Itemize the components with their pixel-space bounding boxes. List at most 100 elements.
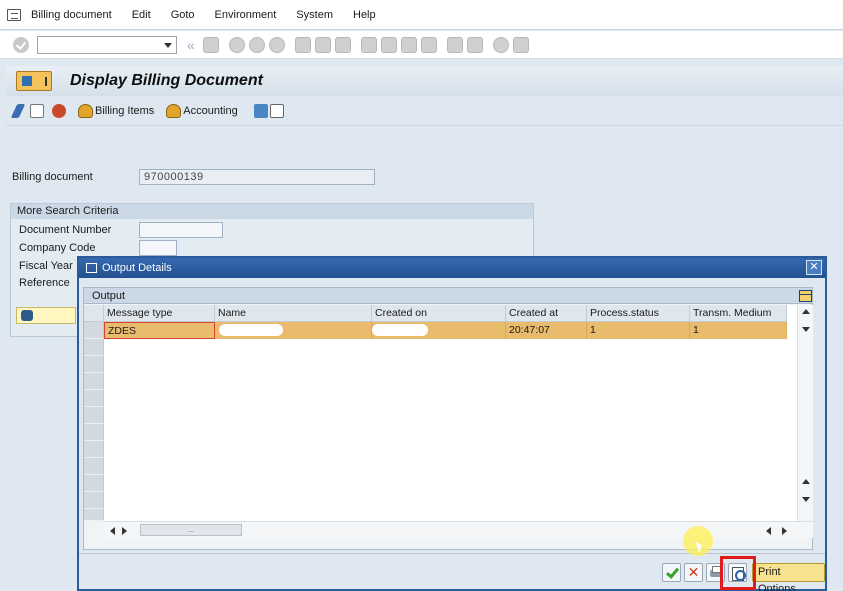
title-bar: Display Billing Document: [6, 66, 843, 96]
row-selector[interactable]: [84, 492, 104, 509]
cell-created-at[interactable]: 20:47:07: [506, 322, 587, 339]
vertical-scrollbar[interactable]: [797, 305, 813, 521]
scroll-far-right-icon[interactable]: [782, 527, 787, 535]
application-toolbar: Billing Items Accounting: [6, 96, 843, 126]
column-header-name[interactable]: Name: [215, 305, 372, 322]
output-group: Output Message type Name Created on Crea…: [83, 287, 813, 550]
scroll-up-icon[interactable]: [802, 309, 810, 314]
scroll-thumb[interactable]: ...: [140, 524, 242, 536]
help-icon[interactable]: [492, 36, 509, 53]
new-session-icon[interactable]: [446, 36, 463, 53]
column-header-created-at[interactable]: Created at: [506, 305, 587, 322]
print-options-button[interactable]: Print Options: [752, 563, 825, 591]
row-selector[interactable]: [84, 458, 104, 475]
row-selector[interactable]: [84, 509, 104, 521]
column-header-process-status[interactable]: Process.status: [587, 305, 690, 322]
chevron-down-icon[interactable]: [164, 42, 172, 48]
confirm-button[interactable]: [662, 563, 681, 582]
first-page-icon[interactable]: [360, 36, 377, 53]
scroll-page-up-icon[interactable]: [802, 479, 810, 484]
create-shortcut-icon[interactable]: [466, 36, 483, 53]
print-icon[interactable]: [294, 36, 311, 53]
menu-help[interactable]: Help: [353, 9, 376, 21]
cell-name[interactable]: [215, 322, 372, 339]
table-row[interactable]: [84, 356, 797, 373]
billing-document-input[interactable]: 970000139: [139, 169, 375, 185]
table-row[interactable]: [84, 441, 797, 458]
row-selector[interactable]: [84, 475, 104, 492]
command-field[interactable]: [37, 35, 177, 54]
exit-icon[interactable]: [248, 36, 265, 53]
save-icon[interactable]: [202, 36, 219, 53]
scroll-far-left-icon[interactable]: [766, 527, 771, 535]
document-flow-icon[interactable]: [253, 103, 268, 118]
cancel-icon[interactable]: [268, 36, 285, 53]
scroll-page-down-icon[interactable]: [802, 497, 810, 502]
row-selector[interactable]: [84, 339, 104, 356]
row-selector[interactable]: [84, 390, 104, 407]
column-header-message-type[interactable]: Message type: [104, 305, 215, 322]
previous-page-icon[interactable]: [380, 36, 397, 53]
redaction-mask: [219, 324, 283, 336]
last-page-icon[interactable]: [420, 36, 437, 53]
cell-message-type[interactable]: ZDES: [104, 322, 215, 339]
row-selector[interactable]: [84, 356, 104, 373]
output-icon[interactable]: [269, 103, 284, 118]
row-selector[interactable]: [84, 424, 104, 441]
cell-process-status[interactable]: 1: [587, 322, 690, 339]
cancel-document-icon[interactable]: [52, 103, 66, 118]
menu-goto[interactable]: Goto: [171, 9, 195, 21]
table-row[interactable]: [84, 458, 797, 475]
document-number-input[interactable]: [139, 222, 223, 238]
column-layout-icon[interactable]: [799, 290, 812, 302]
next-page-icon[interactable]: [400, 36, 417, 53]
sap-menu-icon[interactable]: [7, 8, 21, 21]
document-number-label: Document Number: [19, 224, 112, 236]
cell-transm-medium[interactable]: 1: [690, 322, 787, 339]
find-icon[interactable]: [314, 36, 331, 53]
billing-items-icon: [78, 103, 93, 118]
row-selector[interactable]: [84, 441, 104, 458]
close-icon[interactable]: ✕: [806, 260, 822, 275]
dialog-menu-icon[interactable]: [86, 263, 97, 273]
scroll-left-icon[interactable]: [110, 527, 115, 535]
table-row[interactable]: [84, 390, 797, 407]
billing-items-button[interactable]: Billing Items: [78, 103, 154, 118]
scroll-right-icon[interactable]: [122, 527, 127, 535]
cell-created-on[interactable]: [372, 322, 506, 339]
accounting-button[interactable]: Accounting: [166, 103, 238, 118]
table-row[interactable]: [84, 339, 797, 356]
table-row[interactable]: [84, 424, 797, 441]
cancel-button[interactable]: ✕: [684, 563, 703, 582]
menu-environment[interactable]: Environment: [215, 9, 277, 21]
column-header-created-on[interactable]: Created on: [372, 305, 506, 322]
billing-document-label: Billing document: [12, 171, 93, 183]
enter-check-icon[interactable]: [13, 36, 29, 53]
highlight-annotation: [720, 556, 756, 590]
search-button[interactable]: [16, 307, 76, 324]
menu-system[interactable]: System: [296, 9, 333, 21]
column-header-transm-medium[interactable]: Transm. Medium: [690, 305, 787, 322]
menu-billing-document[interactable]: Billing document: [31, 9, 112, 21]
row-selector[interactable]: [84, 407, 104, 424]
row-selector[interactable]: [84, 322, 104, 339]
select-all-cell[interactable]: [84, 305, 104, 322]
table-row[interactable]: ZDES 20:47:07 1 1: [84, 322, 797, 339]
row-selector[interactable]: [84, 373, 104, 390]
table-row[interactable]: [84, 373, 797, 390]
back-icon[interactable]: [228, 36, 245, 53]
table-row[interactable]: [84, 407, 797, 424]
scroll-down-icon[interactable]: [802, 327, 810, 332]
change-pencil-icon[interactable]: [10, 103, 26, 118]
company-code-label: Company Code: [19, 242, 96, 254]
menu-edit[interactable]: Edit: [132, 9, 151, 21]
display-document-icon[interactable]: [30, 103, 44, 118]
table-row[interactable]: [84, 492, 797, 509]
output-table: Message type Name Created on Created at …: [84, 305, 797, 521]
company-code-input[interactable]: [139, 240, 177, 256]
table-row[interactable]: [84, 475, 797, 492]
layout-menu-icon[interactable]: [512, 36, 529, 53]
find-next-icon[interactable]: [334, 36, 351, 53]
page-title: Display Billing Document: [70, 72, 263, 89]
table-row[interactable]: [84, 509, 797, 521]
